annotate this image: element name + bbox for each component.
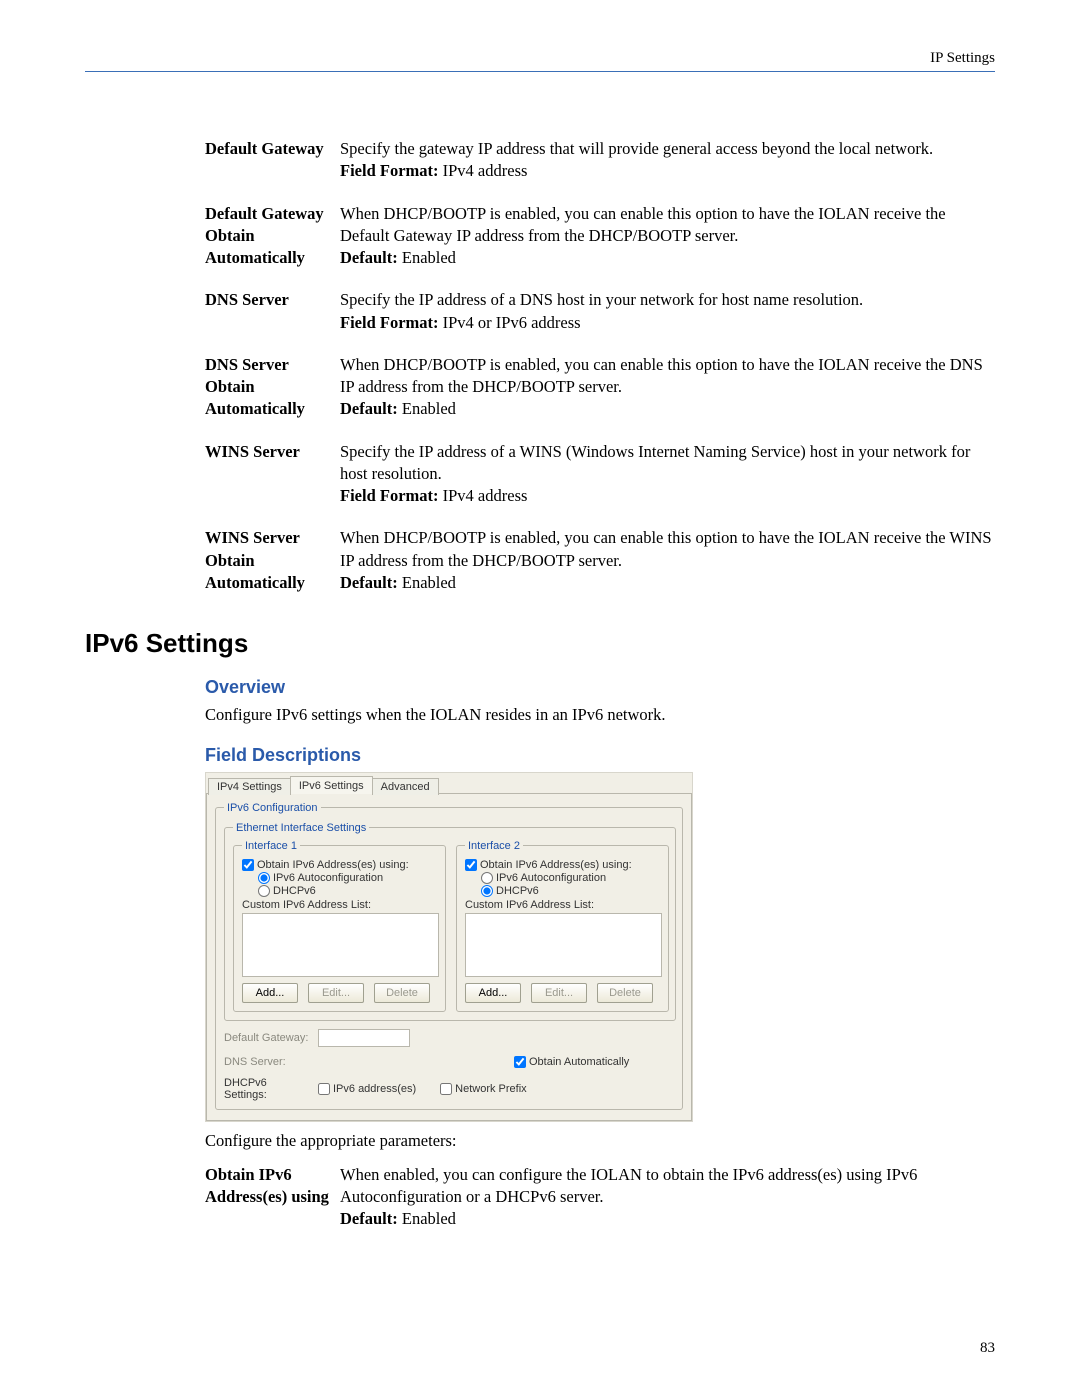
eth-settings-group: Ethernet Interface Settings Interface 1 … bbox=[224, 822, 676, 1021]
header-title: IP Settings bbox=[930, 50, 995, 66]
tab-advanced[interactable]: Advanced bbox=[372, 778, 439, 795]
network-prefix-chk[interactable]: Network Prefix bbox=[440, 1083, 527, 1095]
field-desc: When DHCP/BOOTP is enabled, you can enab… bbox=[340, 521, 995, 608]
iface1-obtain-chk[interactable]: Obtain IPv6 Address(es) using: bbox=[242, 859, 439, 871]
iface1-dhcp-radio[interactable]: DHCPv6 bbox=[258, 885, 439, 897]
overview-heading: Overview bbox=[205, 677, 995, 698]
iface2-add-button[interactable]: Add... bbox=[465, 983, 521, 1003]
field-label: Default Gateway bbox=[205, 132, 340, 197]
config-params-text: Configure the appropriate parameters: bbox=[205, 1130, 995, 1152]
interface2-legend: Interface 2 bbox=[465, 840, 523, 852]
tabbar: IPv4 Settings IPv6 Settings Advanced bbox=[206, 773, 692, 794]
tab-ipv6[interactable]: IPv6 Settings bbox=[290, 776, 373, 794]
iface2-autoconf-radio[interactable]: IPv6 Autoconfiguration bbox=[481, 872, 662, 884]
field-table-bottom: Obtain IPv6 Address(es) using When enabl… bbox=[205, 1158, 995, 1245]
field-label: DNS Server bbox=[205, 283, 340, 348]
interface2-group: Interface 2 Obtain IPv6 Address(es) usin… bbox=[456, 840, 669, 1012]
default-gateway-input[interactable] bbox=[318, 1029, 410, 1047]
iface2-obtain-checkbox[interactable] bbox=[465, 859, 477, 871]
iface2-edit-button[interactable]: Edit... bbox=[531, 983, 587, 1003]
eth-settings-legend: Ethernet Interface Settings bbox=[233, 822, 369, 834]
iface1-edit-button[interactable]: Edit... bbox=[308, 983, 364, 1003]
field-desc: Specify the IP address of a WINS (Window… bbox=[340, 435, 995, 522]
field-label: WINS Server bbox=[205, 435, 340, 522]
iface2-obtain-chk[interactable]: Obtain IPv6 Address(es) using: bbox=[465, 859, 662, 871]
iface1-delete-button[interactable]: Delete bbox=[374, 983, 430, 1003]
iface2-dhcp-radio[interactable]: DHCPv6 bbox=[481, 885, 662, 897]
dns-auto-chk[interactable]: Obtain Automatically bbox=[514, 1056, 629, 1068]
field-desc: Specify the gateway IP address that will… bbox=[340, 132, 995, 197]
ipv6-addresses-chk[interactable]: IPv6 address(es) bbox=[318, 1083, 416, 1095]
ipv6-addresses-checkbox[interactable] bbox=[318, 1083, 330, 1095]
iface1-obtain-checkbox[interactable] bbox=[242, 859, 254, 871]
field-desc: When DHCP/BOOTP is enabled, you can enab… bbox=[340, 348, 995, 435]
dns-server-label: DNS Server: bbox=[224, 1056, 312, 1068]
field-table-top: Default Gateway Specify the gateway IP a… bbox=[205, 132, 995, 608]
field-desc: When DHCP/BOOTP is enabled, you can enab… bbox=[340, 197, 995, 284]
field-label: Obtain IPv6 Address(es) using bbox=[205, 1158, 340, 1245]
dhcpv6-settings-label: DHCPv6 Settings: bbox=[224, 1077, 312, 1101]
ipv6-config-legend: IPv6 Configuration bbox=[224, 802, 321, 814]
iface2-address-list[interactable] bbox=[465, 913, 662, 977]
iface2-delete-button[interactable]: Delete bbox=[597, 983, 653, 1003]
iface1-dhcp-input[interactable] bbox=[258, 885, 270, 897]
iface2-list-label: Custom IPv6 Address List: bbox=[465, 899, 662, 911]
interface1-legend: Interface 1 bbox=[242, 840, 300, 852]
iface1-add-button[interactable]: Add... bbox=[242, 983, 298, 1003]
field-label: DNS Server Obtain Automatically bbox=[205, 348, 340, 435]
tab-ipv4[interactable]: IPv4 Settings bbox=[208, 778, 291, 795]
interface1-group: Interface 1 Obtain IPv6 Address(es) usin… bbox=[233, 840, 446, 1012]
field-label: WINS Server Obtain Automatically bbox=[205, 521, 340, 608]
iface1-list-label: Custom IPv6 Address List: bbox=[242, 899, 439, 911]
field-label: Default Gateway Obtain Automatically bbox=[205, 197, 340, 284]
default-gateway-label: Default Gateway: bbox=[224, 1032, 312, 1044]
page-header: IP Settings bbox=[85, 50, 995, 72]
iface1-address-list[interactable] bbox=[242, 913, 439, 977]
iface2-autoconf-input[interactable] bbox=[481, 872, 493, 884]
dns-auto-checkbox[interactable] bbox=[514, 1056, 526, 1068]
ipv6-settings-dialog: IPv4 Settings IPv6 Settings Advanced IPv… bbox=[205, 772, 693, 1122]
field-desc-heading: Field Descriptions bbox=[205, 745, 995, 766]
iface1-autoconf-radio[interactable]: IPv6 Autoconfiguration bbox=[258, 872, 439, 884]
field-desc: Specify the IP address of a DNS host in … bbox=[340, 283, 995, 348]
page-number: 83 bbox=[980, 1340, 995, 1357]
network-prefix-checkbox[interactable] bbox=[440, 1083, 452, 1095]
iface2-dhcp-input[interactable] bbox=[481, 885, 493, 897]
ipv6-config-group: IPv6 Configuration Ethernet Interface Se… bbox=[215, 802, 683, 1110]
overview-text: Configure IPv6 settings when the IOLAN r… bbox=[205, 704, 995, 726]
field-desc: When enabled, you can configure the IOLA… bbox=[340, 1158, 995, 1245]
section-heading-ipv6: IPv6 Settings bbox=[85, 628, 995, 659]
iface1-autoconf-input[interactable] bbox=[258, 872, 270, 884]
